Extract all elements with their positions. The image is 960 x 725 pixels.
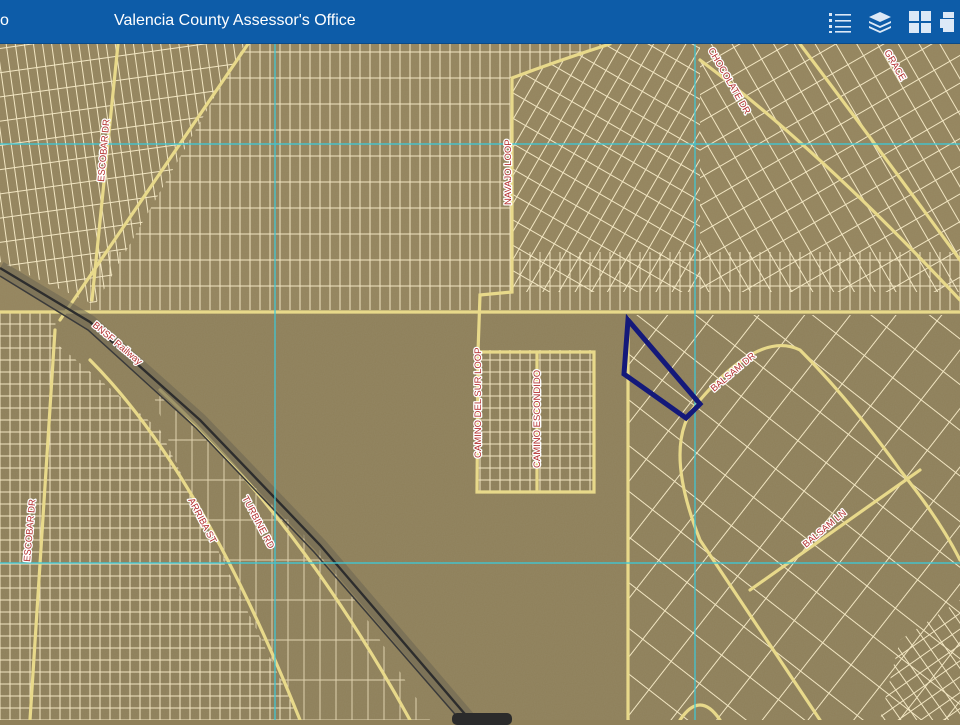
map-view[interactable]: ESCOBAR DR NAVAJO LOOP CHOCOLATE DR GRAC… [0, 44, 960, 720]
map-scale-widget[interactable] [452, 713, 512, 725]
layers-button[interactable] [860, 0, 900, 44]
app-logo-fragment: o [0, 12, 9, 29]
parcels-road-strip [90, 252, 960, 310]
label-camino-escondido: CAMINO ESCONDIDO [532, 370, 543, 468]
layers-icon [869, 12, 891, 33]
legend-list-icon [829, 13, 851, 33]
legend-button[interactable] [820, 0, 860, 44]
basemap-gallery-button[interactable] [900, 0, 940, 44]
print-icon [940, 12, 954, 32]
header-toolbar [820, 0, 960, 44]
label-navajo-loop: NAVAJO LOOP [503, 139, 514, 205]
print-button[interactable] [940, 0, 960, 44]
app-header: o Valencia County Assessor's Office [0, 0, 960, 44]
app-title: Valencia County Assessor's Office [114, 12, 356, 29]
basemap-gallery-icon [909, 11, 931, 33]
label-camino-del-sur-loop: CAMINO DEL SUR LOOP [473, 347, 484, 458]
